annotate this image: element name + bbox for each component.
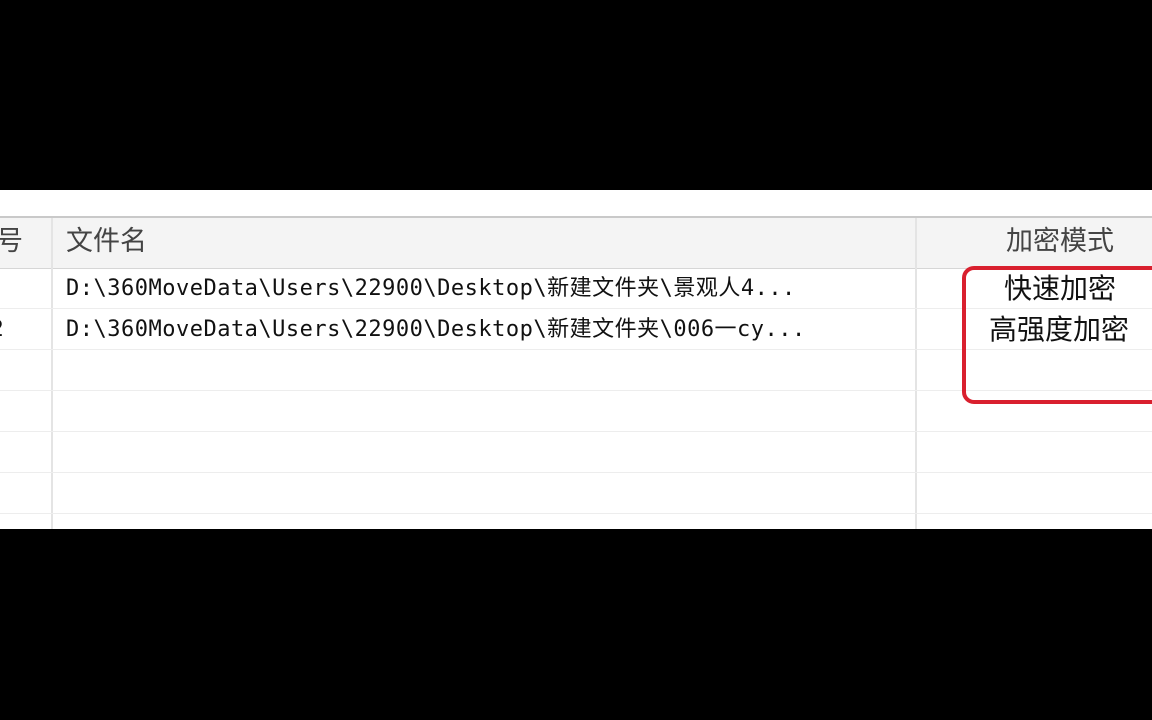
- file-path-cell: D:\360MoveData\Users\22900\Desktop\新建文件夹…: [66, 317, 806, 342]
- column-header-filename[interactable]: 文件名: [66, 220, 147, 264]
- file-list-panel: 号 文件名 加密模式 D:\360MoveData\Users\22900\De…: [0, 190, 1152, 529]
- table-header: [0, 216, 1152, 269]
- table-row: [0, 473, 1152, 514]
- column-header-index[interactable]: 号: [0, 220, 23, 264]
- column-header-encryption-mode[interactable]: 加密模式: [1006, 220, 1114, 264]
- file-path-cell: D:\360MoveData\Users\22900\Desktop\新建文件夹…: [66, 276, 796, 301]
- table-row: [0, 432, 1152, 473]
- annotation-highlight-box: [962, 266, 1152, 404]
- row-index-cell: 2: [0, 313, 5, 347]
